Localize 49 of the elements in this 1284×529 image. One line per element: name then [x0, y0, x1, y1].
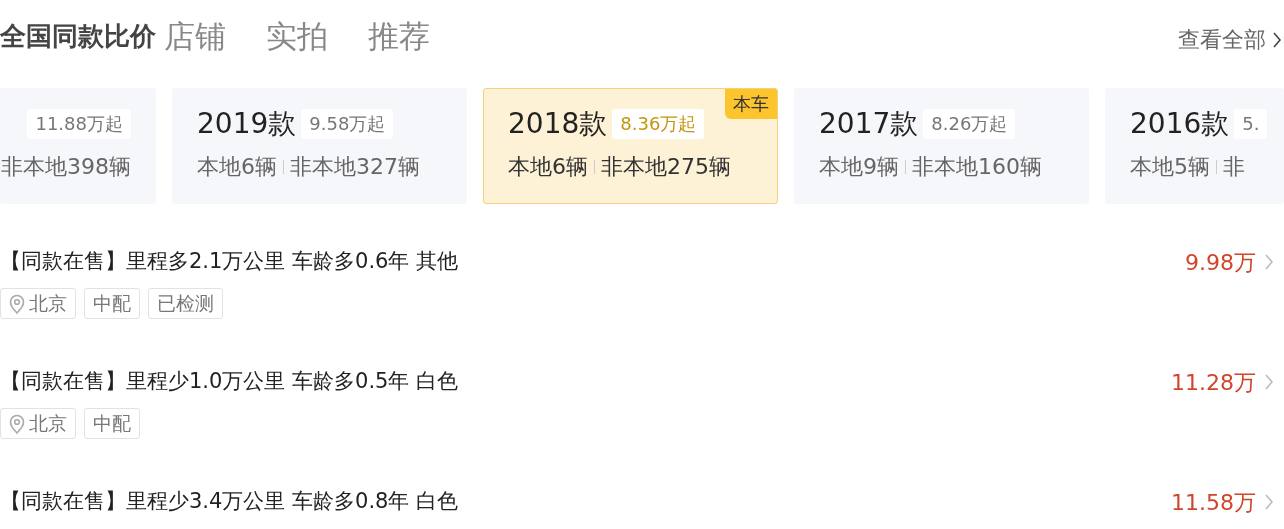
nonlocal-count: 非本地160辆	[912, 153, 1042, 181]
local-count: 本地6辆	[197, 153, 277, 181]
nonlocal-count: 非本地275辆	[601, 153, 731, 181]
tag: 中配	[84, 288, 140, 319]
local-count: 本地6辆	[508, 153, 588, 181]
starting-price: 9.58万起	[301, 109, 394, 139]
listing-row[interactable]: 【同款在售】里程多2.1万公里 车龄多0.6年 其他 9.98万 北京 中配 已检测	[0, 244, 1284, 364]
tag: 北京	[0, 288, 76, 319]
chevron-right-icon	[1264, 493, 1274, 511]
starting-price: 11.88万起	[27, 109, 131, 139]
model-year-card[interactable]: 2019款 9.58万起 本地6辆 非本地327辆	[172, 88, 467, 204]
model-year-card[interactable]: 11.88万起 非本地398辆	[0, 88, 156, 204]
model-year: 2016款	[1130, 106, 1230, 142]
chevron-right-icon	[1264, 373, 1274, 391]
listing-title: 【同款在售】里程少1.0万公里 车龄多0.5年 白色	[0, 368, 459, 396]
starting-price: 8.26万起	[923, 109, 1016, 139]
location-pin-icon	[9, 413, 25, 434]
tab[interactable]: 实拍	[266, 16, 328, 56]
starting-price: 8.36万起	[612, 109, 705, 139]
nonlocal-count: 非	[1223, 153, 1245, 181]
tab[interactable]: 推荐	[368, 16, 430, 56]
listing-price: 11.28万	[1171, 368, 1256, 397]
nonlocal-count: 非本地327辆	[290, 153, 420, 181]
tag: 北京	[0, 408, 76, 439]
current-car-badge: 本车	[725, 89, 777, 119]
local-count: 本地5辆	[1130, 153, 1210, 181]
listing-title: 【同款在售】里程多2.1万公里 车龄多0.6年 其他	[0, 248, 459, 276]
model-year-card[interactable]: 本车 2018款 8.36万起 本地6辆 非本地275辆	[483, 88, 778, 204]
listing-row[interactable]: 【同款在售】里程少3.4万公里 车龄多0.8年 白色 11.58万	[0, 484, 1284, 529]
location-pin-icon	[9, 293, 25, 314]
listing-price: 11.58万	[1171, 488, 1256, 517]
local-count: 本地9辆	[819, 153, 899, 181]
chevron-right-icon	[1264, 253, 1274, 271]
model-year-card[interactable]: 2016款 5. 本地5辆 非	[1105, 88, 1284, 204]
starting-price: 5.	[1234, 109, 1268, 139]
model-year: 2019款	[197, 106, 297, 142]
section-title: 全国同款比价	[0, 20, 156, 53]
chevron-right-icon	[1272, 30, 1282, 49]
listing-title: 【同款在售】里程少3.4万公里 车龄多0.8年 白色	[0, 488, 459, 516]
tag: 中配	[84, 408, 140, 439]
tag: 已检测	[148, 288, 223, 319]
model-year-card[interactable]: 2017款 8.26万起 本地9辆 非本地160辆	[794, 88, 1089, 204]
nonlocal-count: 非本地398辆	[1, 153, 131, 181]
tab[interactable]: 店铺	[164, 16, 226, 56]
model-year: 2017款	[819, 106, 919, 142]
listing-price: 9.98万	[1185, 248, 1256, 277]
view-all-link[interactable]: 查看全部	[1178, 23, 1284, 56]
listing-row[interactable]: 【同款在售】里程少1.0万公里 车龄多0.5年 白色 11.28万 北京 中配	[0, 364, 1284, 484]
model-year: 2018款	[508, 106, 608, 142]
